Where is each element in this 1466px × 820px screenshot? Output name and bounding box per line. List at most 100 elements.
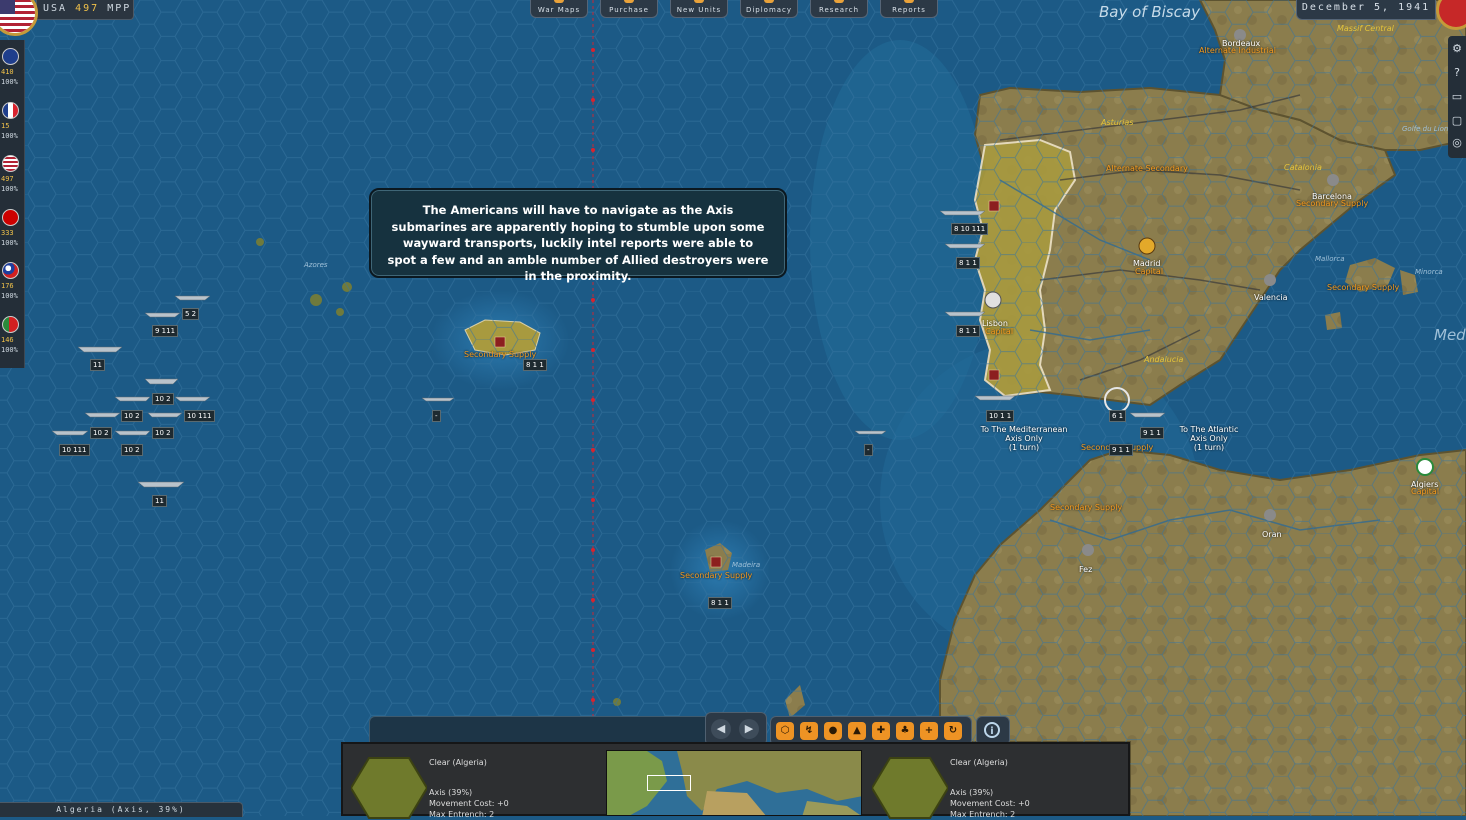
help-icon[interactable]: ? [1450,66,1464,80]
sea-label-madeira: Madeira [732,561,761,569]
unit-counter[interactable]: - [864,444,873,456]
nation-mpp: 497 [1,175,14,183]
france-flag-icon [2,102,19,119]
unit-counter[interactable]: 10 2 [121,444,143,456]
max-entrench: Max Entrench: 2 [429,810,495,819]
city-algiers-tag: Capital [1411,487,1440,496]
region-label-asturias: Asturias [1101,118,1134,127]
supply-label-madeira: Secondary Supply [680,571,753,580]
resource-filter-icon[interactable]: ● [824,722,842,740]
movement-cost: Movement Cost: +0 [429,799,509,808]
unit-counter[interactable]: 6 1 [1109,410,1127,422]
unit-counter[interactable]: 8 1 1 [523,359,547,371]
hex-status-bar: Algeria (Axis, 39%) [0,802,243,817]
nation-list: 410 100% 15 100% 497 100% 333 100% 176 1… [0,40,25,368]
nation-portugal[interactable]: 146 100% [0,310,24,362]
city-valencia[interactable]: Valencia [1254,293,1288,302]
info-icon: i [984,722,1000,738]
terrain-filter-icon[interactable]: ♣ [896,722,914,740]
transit-to-mediterranean[interactable]: To The Mediterranean Axis Only (1 turn) [978,425,1070,452]
diplomacy-button[interactable]: Diplomacy [740,0,798,18]
reports-button[interactable]: Reports [880,0,938,18]
unit-counter[interactable]: 8 1 1 [956,325,980,337]
minimap[interactable] [606,750,862,816]
chat-icon[interactable]: ▢ [1450,114,1464,128]
supply-filter-icon[interactable]: ↯ [800,722,818,740]
unit-counter[interactable]: 8 10 111 [951,223,989,235]
movement-cost: Movement Cost: +0 [950,799,1030,808]
city-barcelona-tag: Secondary Supply [1296,199,1369,208]
city-madrid-tag: Capital [1135,267,1164,276]
sea-label-mallorca: Mallorca [1315,255,1345,263]
unit-counter[interactable]: 10 111 [59,444,90,456]
usa-flag-icon [2,155,19,172]
unit-counter[interactable]: 10 2 [152,393,174,405]
hex-filter-icon[interactable]: ⬡ [776,722,794,740]
unit-counter[interactable]: 11 [90,359,105,371]
save-icon[interactable]: ▭ [1450,90,1464,104]
nation-ussr[interactable]: 333 100% [0,203,24,255]
sea-label-med: Med [1434,326,1466,344]
globe-icon[interactable]: ◎ [1450,136,1464,150]
nation-uk[interactable]: 410 100% [0,42,24,94]
cross-filter-icon[interactable]: ✚ [872,722,890,740]
city-fez[interactable]: Fez [1079,565,1092,574]
city-oran[interactable]: Oran [1262,530,1282,539]
sea-label-bay-of-biscay: Bay of Biscay [1099,3,1200,21]
nation-mpp: 176 [1,282,14,290]
terrain-hex-icon [872,757,948,819]
nation-mpp: 410 [1,68,14,76]
region-label-andalucia: Andalucia [1144,355,1184,364]
game-map[interactable] [0,0,1466,816]
nation-china[interactable]: 176 100% [0,256,24,308]
max-entrench: Max Entrench: 2 [950,810,1016,819]
unit-counter[interactable]: 9 1 1 [1140,427,1164,439]
plus-filter-icon[interactable]: + [920,722,938,740]
sea-label-golfe-du-lion: Golfe du Lion [1402,125,1449,133]
mpp-value: 497 [75,3,100,14]
unit-filter-icon[interactable]: ▲ [848,722,866,740]
terrain-owner: Axis (39%) [950,788,994,797]
unit-counter[interactable]: 8 1 1 [956,257,980,269]
city-lisbon-tag: Capital [985,327,1014,336]
terrain-owner: Axis (39%) [429,788,473,797]
sea-label-azores: Azores [304,261,328,269]
nation-mpp: 15 [1,122,10,130]
unit-counter[interactable]: 11 [152,495,167,507]
mpp-unit: MPP [107,3,132,14]
gear-icon[interactable]: ⚙ [1450,42,1464,56]
unit-counter[interactable]: - [432,410,441,422]
turn-date: December 5, 1941 [1296,0,1436,20]
unit-counter[interactable]: 10 1 1 [986,410,1015,422]
purchase-button[interactable]: Purchase [600,0,658,18]
unit-counter[interactable]: 9 1 1 [1109,444,1133,456]
terrain-name: Clear (Algeria) [429,758,487,767]
unit-counter[interactable]: 10 2 [152,427,174,439]
loop-filter-icon[interactable]: ↻ [944,722,962,740]
unit-counter[interactable]: 5 2 [182,308,200,320]
unit-counter[interactable]: 10 111 [184,410,215,422]
event-message-box[interactable]: The Americans will have to navigate as t… [369,188,787,283]
war-maps-button[interactable]: War Maps [530,0,588,18]
nation-usa[interactable]: 497 100% [0,149,24,201]
nation-france[interactable]: 15 100% [0,96,24,148]
next-unit-button[interactable]: ▶ [739,719,759,739]
minimap-viewport[interactable] [647,775,691,791]
portugal-flag-icon [2,316,19,333]
nation-readiness: 100% [1,346,18,354]
nation-readiness: 100% [1,292,18,300]
region-label-catalonia: Catalonia [1284,163,1322,172]
ussr-flag-icon [2,209,19,226]
research-button[interactable]: Research [810,0,868,18]
previous-unit-button[interactable]: ◀ [711,719,731,739]
transit-to-atlantic[interactable]: To The Atlantic Axis Only (1 turn) [1170,425,1248,452]
unit-counter[interactable]: 10 2 [90,427,112,439]
nation-name: USA [43,3,68,14]
china-flag-icon [2,262,19,279]
unit-counter[interactable]: 10 2 [121,410,143,422]
new-units-button[interactable]: New Units [670,0,728,18]
side-toolbar: ⚙ ? ▭ ▢ ◎ [1448,36,1466,158]
unit-counter[interactable]: 9 111 [152,325,179,337]
supply-label-azores: Secondary Supply [464,350,537,359]
unit-counter[interactable]: 8 1 1 [708,597,732,609]
